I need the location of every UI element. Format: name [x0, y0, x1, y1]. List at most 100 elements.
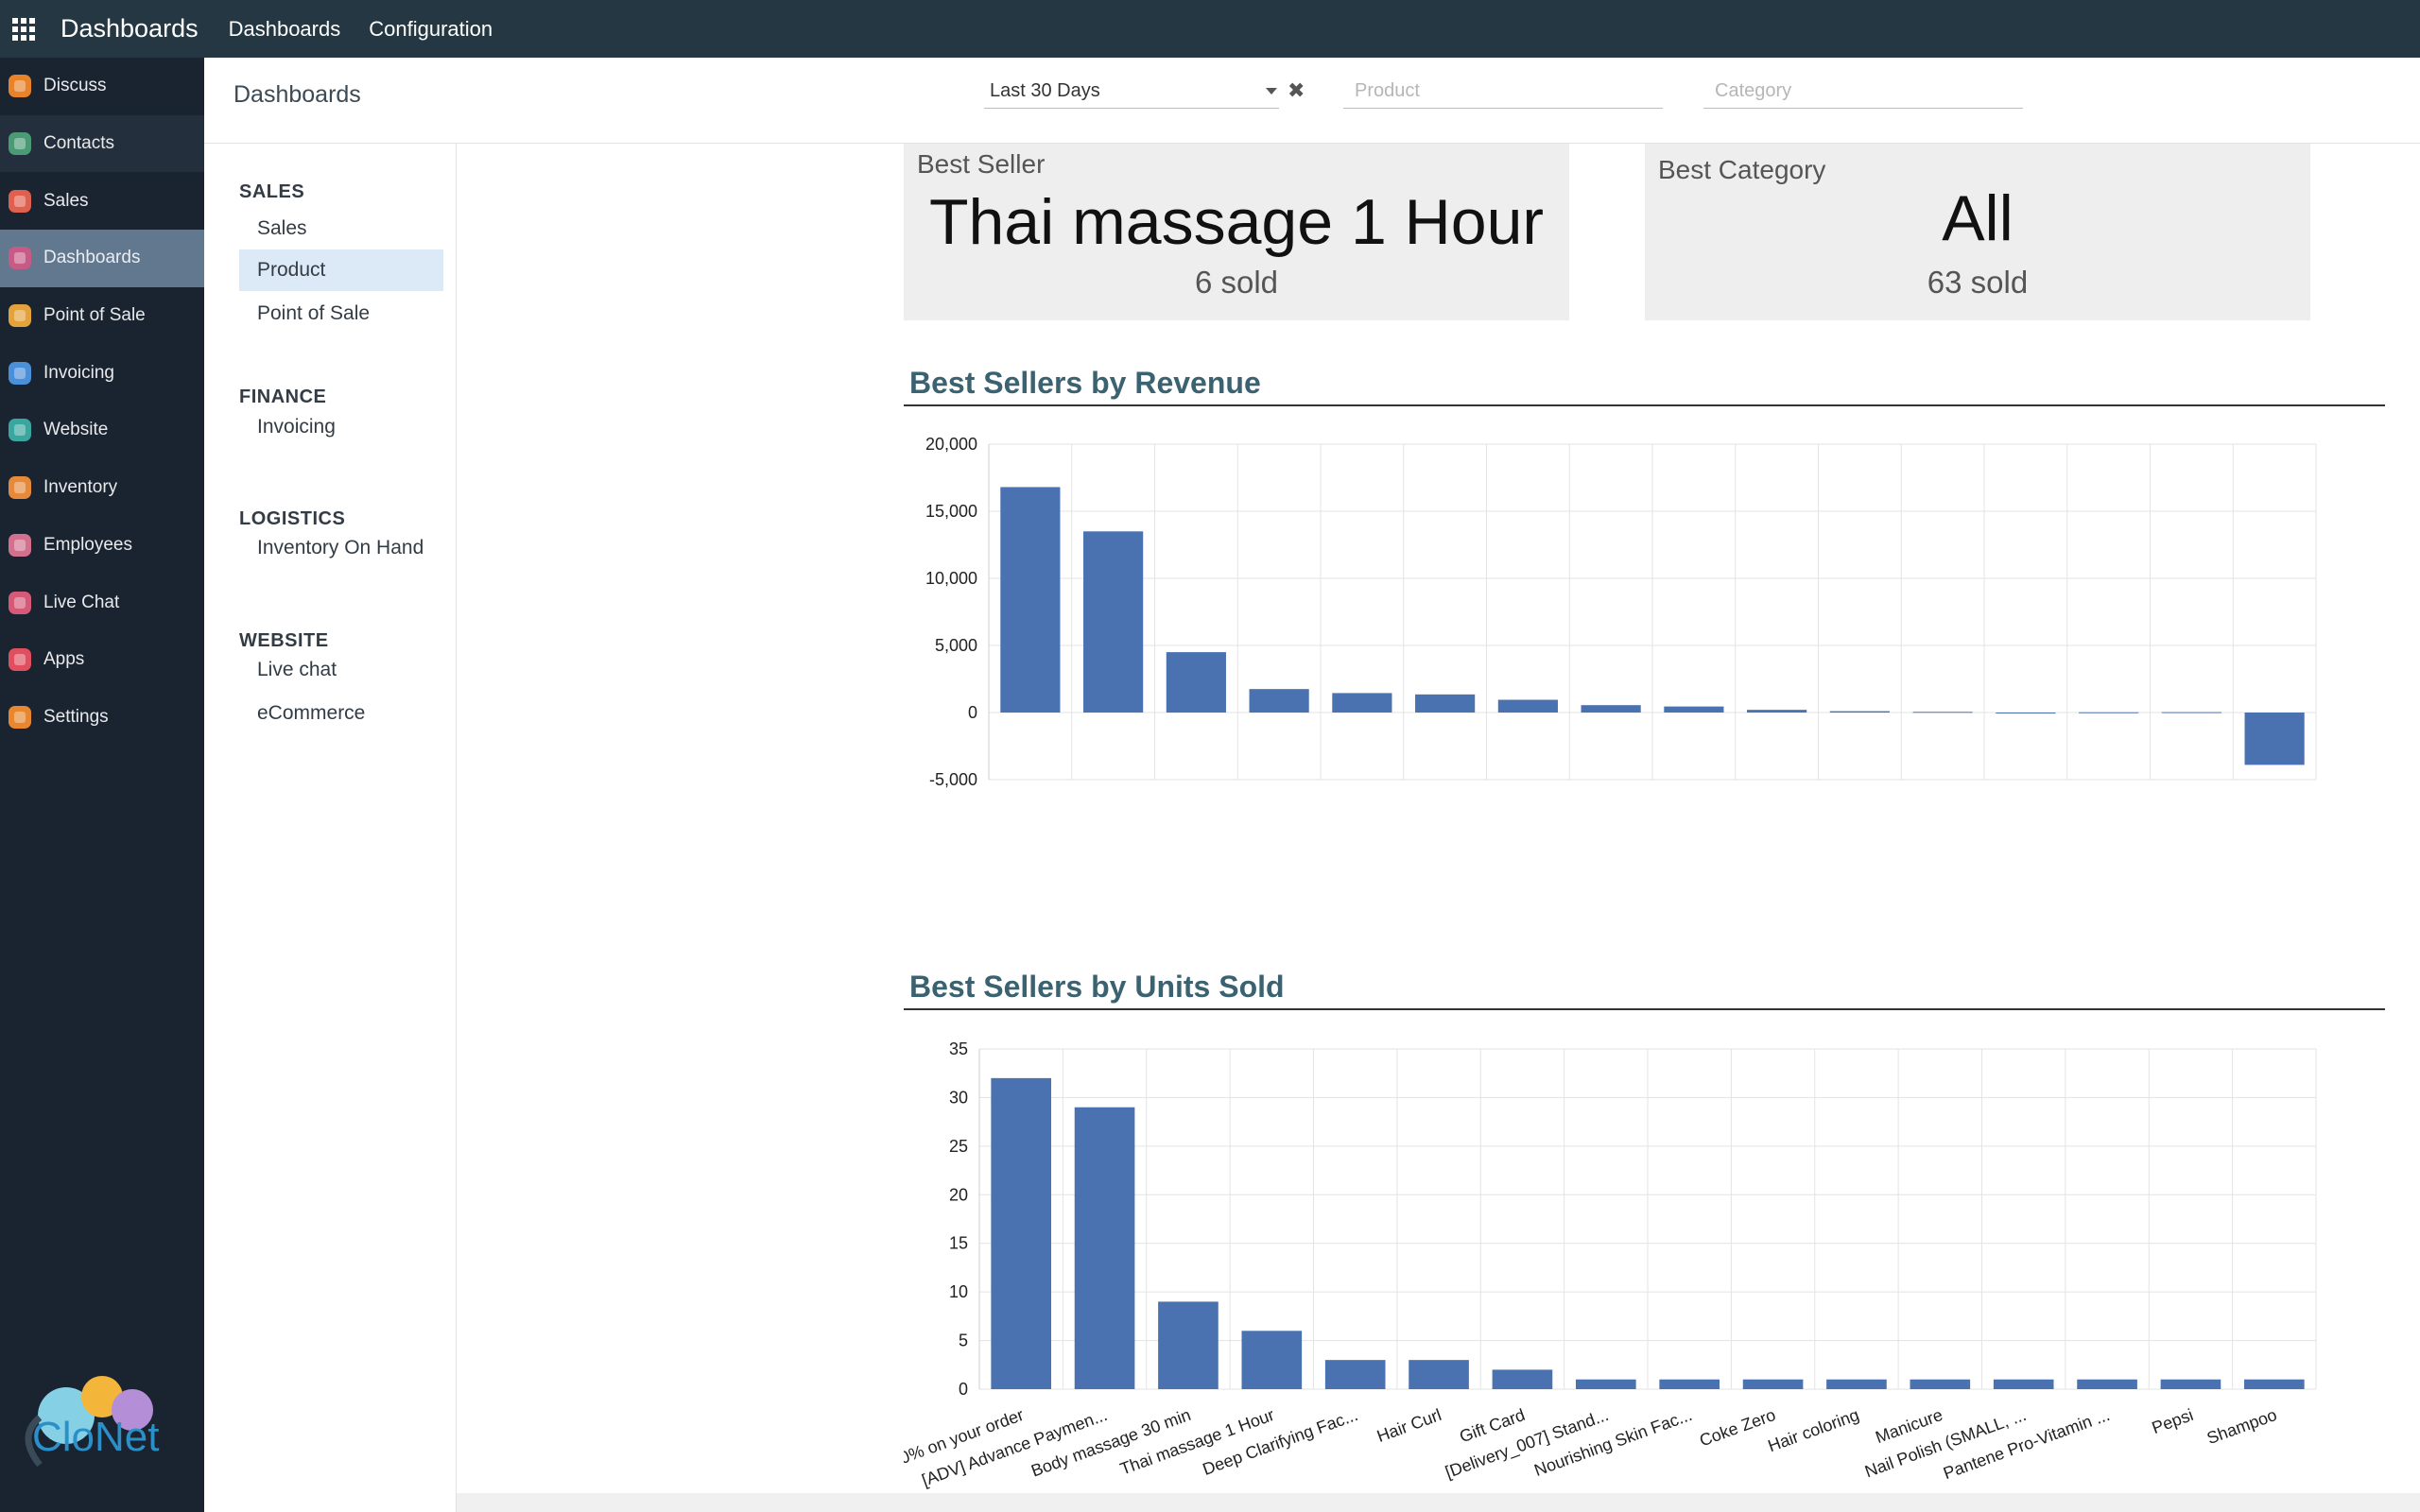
control-panel: Dashboards Last 30 Days ✖ Product Catego… [204, 58, 2420, 144]
revenue-bar[interactable] [1497, 699, 1558, 713]
revenue-section-title: Best Sellers by Revenue [909, 366, 1261, 400]
app-label: Point of Sale [43, 305, 146, 326]
app-label: Inventory [43, 477, 118, 498]
units-bar[interactable] [1575, 1379, 1636, 1389]
units-ytick-label: 25 [949, 1137, 968, 1156]
sales-icon [6, 187, 34, 215]
apps-icon [6, 645, 34, 674]
revenue-bar[interactable] [1083, 531, 1144, 713]
point-of-sale-icon [6, 301, 34, 330]
date-range-value: Last 30 Days [990, 80, 1100, 101]
best-category-card: Best Category All 63 sold [1645, 144, 2310, 320]
revenue-bar[interactable] [1166, 652, 1226, 713]
product-filter-input[interactable]: Product [1343, 75, 1663, 109]
revenue-bar[interactable] [1415, 694, 1476, 713]
app-label: Invoicing [43, 362, 114, 383]
units-bar[interactable] [1492, 1369, 1553, 1389]
nav-item-inventory-on-hand[interactable]: Inventory On Hand [239, 527, 443, 569]
units-ytick-label: 30 [949, 1088, 968, 1107]
units-category-label: Pepsi [2150, 1405, 2196, 1437]
revenue-bar[interactable] [1747, 710, 1807, 713]
app-apps[interactable]: Apps [0, 631, 204, 689]
units-bar[interactable] [1409, 1360, 1469, 1389]
units-ytick-label: 5 [959, 1332, 968, 1350]
clear-filter-icon[interactable]: ✖ [1288, 78, 1305, 103]
app-settings[interactable]: Settings [0, 689, 204, 747]
app-invoicing[interactable]: Invoicing [0, 344, 204, 402]
app-point-of-sale[interactable]: Point of Sale [0, 287, 204, 345]
units-bar[interactable] [2160, 1379, 2221, 1389]
menu-configuration[interactable]: Configuration [369, 17, 493, 42]
units-ytick-label: 35 [949, 1040, 968, 1058]
date-range-select[interactable]: Last 30 Days [984, 75, 1279, 109]
live-chat-icon [6, 589, 34, 617]
caret-down-icon [1266, 88, 1277, 94]
units-bar[interactable] [1993, 1379, 2054, 1389]
units-bar[interactable] [1241, 1331, 1303, 1389]
best-category-value: All [1942, 182, 2014, 254]
category-filter-input[interactable]: Category [1703, 75, 2023, 109]
app-sidebar: Discuss Contacts Sales Dashboards Point of S… [0, 58, 204, 1512]
units-bar[interactable] [1742, 1379, 1804, 1389]
units-bar[interactable] [2077, 1379, 2137, 1389]
app-discuss[interactable]: Discuss [0, 58, 204, 115]
revenue-bar[interactable] [1829, 711, 1890, 713]
nav-section-finance: FINANCE [239, 387, 327, 407]
app-label: Employees [43, 534, 132, 555]
menu-dashboards[interactable]: Dashboards [229, 17, 341, 42]
employees-icon [6, 531, 34, 559]
units-bar[interactable] [1910, 1379, 1971, 1389]
revenue-bar[interactable] [1332, 693, 1392, 713]
inventory-icon [6, 473, 34, 502]
app-contacts[interactable]: Contacts [0, 114, 204, 173]
units-category-label: Hair coloring [1766, 1405, 1862, 1455]
revenue-bar-chart: -5,00005,00010,00015,00020,000Thai massa… [904, 435, 2317, 796]
discuss-icon [6, 72, 34, 100]
app-label: Contacts [43, 133, 114, 154]
units-ytick-label: 20 [949, 1185, 968, 1204]
nav-item-ecommerce[interactable]: eCommerce [239, 693, 443, 734]
revenue-bar[interactable] [1249, 689, 1309, 713]
units-bar[interactable] [1659, 1379, 1720, 1389]
units-bar[interactable] [991, 1077, 1052, 1389]
nav-section-sales: SALES [239, 181, 305, 202]
units-bar[interactable] [1158, 1301, 1219, 1389]
app-inventory[interactable]: Inventory [0, 459, 204, 517]
app-dashboards[interactable]: Dashboards [0, 230, 204, 287]
nav-item-sales[interactable]: Sales [239, 208, 443, 249]
invoicing-icon [6, 359, 34, 387]
app-brand: Dashboards [60, 14, 199, 43]
revenue-bar[interactable] [2244, 713, 2305, 765]
app-sales[interactable]: Sales [0, 172, 204, 230]
nav-item-point-of-sale[interactable]: Point of Sale [239, 293, 443, 335]
app-employees[interactable]: Employees [0, 517, 204, 575]
revenue-ytick-label: 10,000 [925, 569, 977, 588]
clonet-logo: CloNet [11, 1361, 172, 1474]
units-ytick-label: 0 [959, 1380, 968, 1399]
revenue-bar[interactable] [1581, 705, 1641, 713]
units-bar[interactable] [1324, 1360, 1386, 1389]
best-seller-label: Best Seller [917, 149, 1046, 179]
units-category-label: Hair Curl [1374, 1405, 1444, 1446]
units-bar[interactable] [2243, 1379, 2305, 1389]
units-ytick-label: 15 [949, 1234, 968, 1253]
app-label: Discuss [43, 76, 107, 96]
grid-icon [12, 17, 35, 41]
nav-item-product[interactable]: Product [239, 249, 443, 291]
best-seller-sold: 6 sold [1194, 265, 1279, 300]
app-label: Live Chat [43, 592, 120, 612]
units-bar[interactable] [1074, 1107, 1135, 1389]
nav-item-live-chat[interactable]: Live chat [239, 649, 443, 691]
revenue-bar[interactable] [1000, 487, 1061, 713]
app-website[interactable]: Website [0, 402, 204, 459]
app-switcher-button[interactable] [0, 0, 47, 58]
nav-item-invoicing[interactable]: Invoicing [239, 406, 443, 448]
revenue-bar[interactable] [1664, 706, 1724, 713]
best-seller-value: Thai massage 1 Hour [928, 186, 1545, 258]
app-live-chat[interactable]: Live Chat [0, 574, 204, 631]
units-bar-chart: 0510152025303510% on your order[ADV] Adv… [904, 1040, 2317, 1490]
top-navbar: Dashboards Dashboards Configuration [0, 0, 2420, 58]
best-category-sold: 63 sold [1927, 265, 2029, 300]
revenue-bar[interactable] [1912, 712, 1973, 713]
units-bar[interactable] [1826, 1379, 1887, 1389]
